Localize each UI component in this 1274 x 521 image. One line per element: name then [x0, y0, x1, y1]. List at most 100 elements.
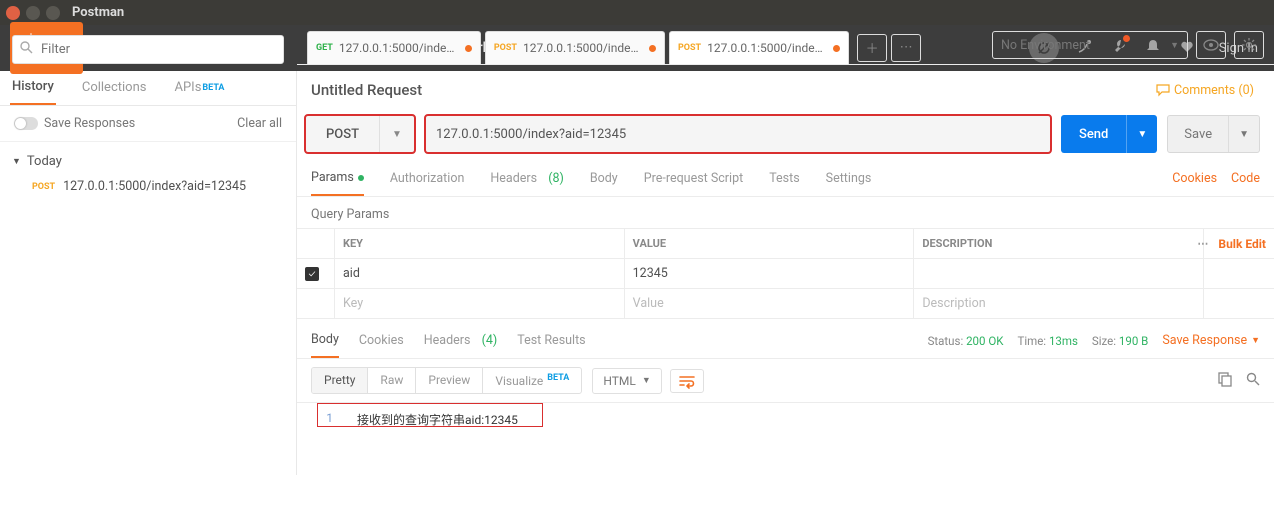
tab-options-button[interactable]: ⋯: [891, 34, 921, 62]
chevron-down-icon: ▼: [642, 375, 651, 386]
new-tab-button[interactable]: ＋: [857, 34, 887, 62]
request-url-input[interactable]: 127.0.0.1:5000/index?aid=12345: [425, 115, 1051, 153]
more-icon[interactable]: ⋯: [1197, 237, 1208, 250]
request-tabs-bar: GET 127.0.0.1:5000/index?aid=... POST 12…: [297, 25, 1274, 65]
response-toolbar: Pretty Raw Preview Visualize BETA HTML▼: [297, 359, 1274, 403]
subtab-tests[interactable]: Tests: [769, 161, 799, 196]
col-value: VALUE: [625, 229, 915, 258]
search-icon: [1246, 372, 1260, 386]
search-response-button[interactable]: [1246, 372, 1260, 390]
method-badge: POST: [32, 182, 55, 192]
http-method-label: POST: [306, 127, 379, 142]
chevron-down-icon[interactable]: ▼: [1126, 115, 1157, 153]
environment-dropdown[interactable]: No Environment ▼: [992, 31, 1188, 59]
search-icon: [20, 41, 33, 58]
view-preview[interactable]: Preview: [416, 368, 483, 393]
param-value[interactable]: 12345: [625, 259, 915, 288]
history-group-today[interactable]: ▼ Today: [12, 150, 284, 173]
copy-response-button[interactable]: [1218, 372, 1232, 390]
col-description: DESCRIPTION: [914, 229, 1204, 258]
response-tab-cookies[interactable]: Cookies: [359, 323, 404, 358]
line-wrap-button[interactable]: [670, 369, 704, 393]
method-badge: POST: [494, 43, 517, 53]
code-link[interactable]: Code: [1231, 171, 1260, 186]
chevron-down-icon: ▼: [1170, 40, 1179, 51]
method-badge: GET: [316, 43, 333, 53]
send-label: Send: [1061, 127, 1126, 142]
table-row-empty[interactable]: Key Value Description: [297, 289, 1274, 319]
send-button[interactable]: Send ▼: [1061, 115, 1157, 153]
param-description[interactable]: [914, 259, 1204, 288]
view-visualize[interactable]: Visualize BETA: [483, 368, 581, 393]
request-tab[interactable]: POST 127.0.0.1:5000/index?aid...: [485, 31, 665, 64]
comment-icon: [1156, 84, 1170, 96]
table-row[interactable]: ✓ aid 12345: [297, 259, 1274, 289]
save-response-dropdown[interactable]: Save Response▼: [1162, 333, 1260, 348]
param-value-placeholder[interactable]: Value: [625, 289, 915, 318]
unsaved-dot-icon: [465, 45, 472, 52]
size-label: Size:: [1092, 334, 1116, 348]
request-tab[interactable]: GET 127.0.0.1:5000/index?aid=...: [307, 31, 481, 64]
tab-url: 127.0.0.1:5000/index?aid...: [707, 41, 827, 55]
response-format-dropdown[interactable]: HTML▼: [592, 368, 661, 394]
param-description-placeholder[interactable]: Description: [914, 289, 1204, 318]
http-method-dropdown[interactable]: POST ▼: [305, 115, 415, 153]
subtab-headers[interactable]: Headers (8): [490, 161, 563, 196]
col-key: KEY: [335, 229, 625, 258]
sidebar-tab-collections[interactable]: Collections: [80, 70, 149, 105]
sidebar-tab-apis[interactable]: APIsBETA: [172, 70, 226, 105]
beta-badge: BETA: [202, 83, 224, 93]
settings-button[interactable]: [1234, 31, 1264, 59]
cookies-link[interactable]: Cookies: [1172, 171, 1217, 186]
response-tab-headers[interactable]: Headers (4): [424, 323, 497, 358]
clear-all-link[interactable]: Clear all: [237, 116, 282, 131]
subtab-body[interactable]: Body: [590, 161, 618, 196]
time-label: Time:: [1017, 334, 1046, 348]
size-value: 190 B: [1119, 334, 1148, 348]
response-view-mode: Pretty Raw Preview Visualize BETA: [311, 367, 582, 394]
subtab-params[interactable]: Params: [311, 161, 364, 196]
subtab-settings[interactable]: Settings: [826, 161, 872, 196]
save-button[interactable]: Save ▼: [1167, 115, 1260, 153]
request-title[interactable]: Untitled Request: [311, 81, 422, 99]
gear-icon: [1242, 38, 1256, 52]
save-label: Save: [1168, 127, 1228, 142]
response-body[interactable]: 1 接收到的查询字符串aid:12345: [297, 403, 1274, 436]
query-params-table: KEY VALUE DESCRIPTION ⋯ Bulk Edit ✓ aid 1…: [297, 228, 1274, 319]
save-responses-toggle[interactable]: Save Responses: [14, 116, 135, 131]
row-checkbox[interactable]: ✓: [305, 267, 319, 281]
history-item[interactable]: POST 127.0.0.1:5000/index?aid=12345: [12, 173, 284, 200]
param-key[interactable]: aid: [335, 259, 625, 288]
window-title: Postman: [72, 5, 124, 20]
comments-button[interactable]: Comments (0): [1156, 83, 1254, 98]
sidebar: History Collections APIsBETA Save Respon…: [0, 25, 297, 475]
unsaved-dot-icon: [649, 45, 656, 52]
subtab-authorization[interactable]: Authorization: [390, 161, 465, 196]
params-indicator-dot: [358, 175, 364, 181]
query-params-title: Query Params: [297, 197, 1274, 228]
status-label: Status:: [928, 334, 964, 348]
view-raw[interactable]: Raw: [368, 368, 416, 393]
response-tab-testresults[interactable]: Test Results: [517, 323, 585, 358]
param-key-placeholder[interactable]: Key: [335, 289, 625, 318]
wrap-icon: [679, 374, 695, 388]
chevron-down-icon: ▼: [379, 116, 414, 152]
copy-icon: [1218, 372, 1232, 386]
highlight-box: [317, 403, 543, 427]
filter-input[interactable]: [12, 35, 284, 64]
tab-url: 127.0.0.1:5000/index?aid...: [523, 41, 643, 55]
window-maximize-button[interactable]: [46, 6, 60, 20]
chevron-down-icon[interactable]: ▼: [1228, 116, 1259, 152]
status-value: 200 OK: [966, 334, 1003, 348]
subtab-prerequest[interactable]: Pre-request Script: [644, 161, 743, 196]
window-minimize-button[interactable]: [26, 6, 40, 20]
response-tab-body[interactable]: Body: [311, 323, 339, 358]
bulk-edit-link[interactable]: Bulk Edit: [1218, 237, 1266, 251]
environment-quicklook-button[interactable]: [1196, 31, 1226, 59]
sidebar-tab-history[interactable]: History: [10, 70, 56, 105]
window-close-button[interactable]: [6, 6, 20, 20]
view-pretty[interactable]: Pretty: [312, 368, 368, 393]
environment-label: No Environment: [1001, 38, 1090, 53]
request-tab[interactable]: POST 127.0.0.1:5000/index?aid...: [669, 31, 849, 64]
beta-badge: BETA: [547, 373, 569, 383]
